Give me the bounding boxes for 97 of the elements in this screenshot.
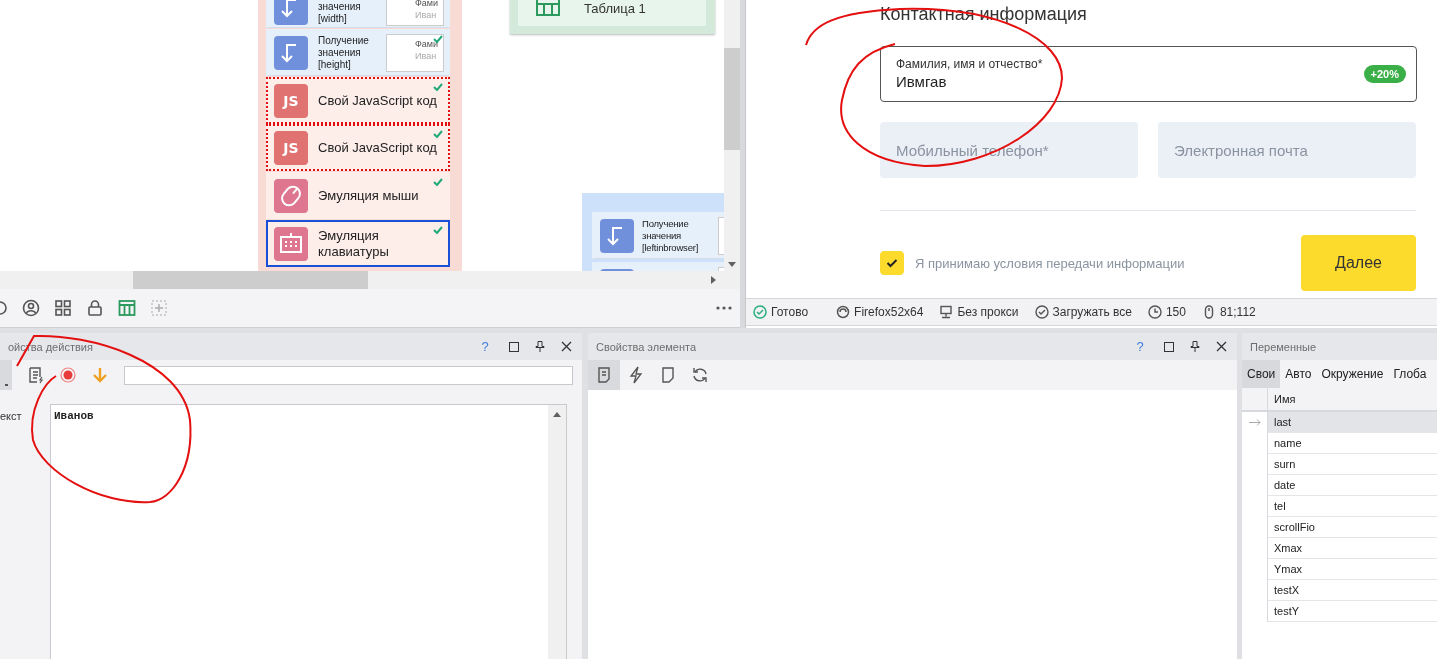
action-block[interactable]: значения [width] Фами Иван [266, 0, 450, 28]
action-block[interactable]: JS Свой JavaScript код [266, 124, 450, 171]
horizontal-scrollbar[interactable] [0, 271, 740, 290]
status-text: Загружать все [1052, 305, 1132, 319]
user-circle-icon[interactable] [22, 299, 40, 318]
refresh-icon [836, 305, 851, 319]
group-label: Таблица 1 [584, 2, 646, 16]
variable-name[interactable]: Xmax [1267, 538, 1437, 559]
variable-name[interactable]: scrollFio [1267, 517, 1437, 538]
pin-icon[interactable] [535, 341, 545, 352]
status-text: 81;112 [1219, 305, 1256, 319]
action-block[interactable]: Эмуляция клавиатуры [266, 220, 450, 267]
input-field[interactable] [124, 365, 573, 385]
status-text: Без прокси [957, 305, 1019, 319]
mouse-icon [274, 178, 308, 213]
preview-text: Фами [415, 0, 440, 9]
block-label: Свой JavaScript код [318, 139, 438, 156]
preview-text: Иван [415, 50, 438, 62]
preview-text: Иван [415, 9, 438, 21]
scroll-down-icon[interactable] [728, 262, 736, 268]
percent-badge: +20% [1363, 65, 1406, 83]
ready-check-icon [753, 305, 767, 319]
more-icon[interactable] [716, 306, 732, 311]
action-block[interactable]: Эмуляция мыши [266, 172, 450, 219]
action-block[interactable]: JS Свой JavaScript код [266, 77, 450, 124]
variable-name[interactable]: name [1267, 433, 1437, 454]
scroll-right-icon[interactable] [711, 276, 716, 285]
table-group[interactable]: Таблица 1 [510, 0, 715, 34]
block-label: Эмуляция клавиатуры [318, 227, 390, 260]
field-label: екст [0, 409, 23, 424]
field-value: Ивмгав [896, 72, 947, 91]
document-tool-button[interactable] [588, 360, 620, 390]
variable-name[interactable]: last [1267, 412, 1437, 433]
input-field[interactable]: Электронная почта [1158, 122, 1416, 178]
table-icon[interactable] [118, 299, 136, 318]
maximize-icon[interactable] [509, 341, 519, 352]
script-icon [27, 366, 45, 384]
scroll-up-icon[interactable] [553, 412, 561, 417]
block-label: Получение значения [height] [318, 35, 370, 71]
script-block-icon: JS [274, 130, 308, 165]
variable-name[interactable]: surn [1267, 454, 1437, 475]
variable-name[interactable]: testX [1267, 580, 1437, 601]
tab-edge-icon [4, 384, 8, 386]
column-header: Имя [1267, 388, 1437, 412]
panel-title: Свойства элемента [596, 340, 698, 353]
vertical-scrollbar[interactable] [724, 0, 740, 272]
record-icon [59, 366, 77, 384]
variable-name[interactable]: date [1267, 475, 1437, 496]
status-text: 150 [1165, 305, 1186, 319]
action-block[interactable]: Получение значения [height] Фами Иван [266, 29, 450, 76]
tab[interactable]: Авто [1280, 360, 1317, 388]
checkbox[interactable] [880, 251, 904, 275]
variable-name[interactable]: testY [1267, 601, 1437, 622]
checkbox-label: Я принимаю условия передачи информации [915, 255, 1186, 271]
next-button[interactable]: Далее [1301, 235, 1416, 291]
field-label: Фамилия, имя и отчество* [896, 57, 1043, 72]
variable-name[interactable]: tel [1267, 496, 1437, 517]
check-icon [886, 258, 898, 268]
preview-text: Фами [415, 38, 440, 50]
block-label: значения [width] [318, 1, 362, 25]
status-text: Готово [771, 305, 809, 319]
action-block[interactable]: Получение значения [leftinbrowser] [592, 212, 724, 259]
check-circle-icon [1034, 305, 1049, 319]
close-icon[interactable] [561, 341, 572, 352]
panel-title: Переменные [1250, 340, 1318, 353]
page-icon [659, 366, 677, 384]
tab[interactable]: Окружение [1316, 360, 1389, 388]
arrow-down-icon [600, 219, 634, 253]
arrow-down-icon [91, 366, 109, 384]
refresh-icon [691, 366, 709, 384]
block-label: Получение значения [leftinbrowser] [642, 218, 700, 254]
block-label: Свой JavaScript код [318, 92, 438, 109]
monitor-icon [939, 305, 954, 319]
keyboard-icon [274, 226, 308, 261]
table-icon [536, 0, 560, 16]
name-field[interactable]: Фамилия, имя и отчество* Ивмгав +20% [880, 46, 1417, 102]
text-area[interactable]: Иванов [50, 404, 567, 659]
block-label: Эмуляция мыши [318, 187, 420, 204]
vertical-scrollbar[interactable] [548, 405, 566, 659]
tab[interactable]: Глоба [1388, 360, 1432, 388]
variable-name[interactable]: Ymax [1267, 559, 1437, 580]
text-value: Иванов [53, 409, 95, 424]
arrow-down-icon [274, 36, 308, 70]
script-block-icon: JS [274, 83, 308, 118]
clock-icon [1147, 305, 1162, 319]
document-icon [595, 366, 613, 384]
status-text: Firefox52x64 [854, 305, 924, 319]
arrow-down-icon [274, 0, 308, 25]
tab[interactable]: Свои [1242, 360, 1281, 388]
row-pointer-icon [1248, 419, 1261, 426]
grid-icon[interactable] [54, 299, 72, 318]
section-heading: Контактная информация [880, 3, 1088, 26]
lightning-icon [627, 366, 645, 384]
lock-icon[interactable] [86, 299, 104, 318]
close-icon[interactable] [1216, 341, 1227, 352]
pin-icon[interactable] [1190, 341, 1200, 352]
maximize-icon[interactable] [1164, 341, 1174, 352]
